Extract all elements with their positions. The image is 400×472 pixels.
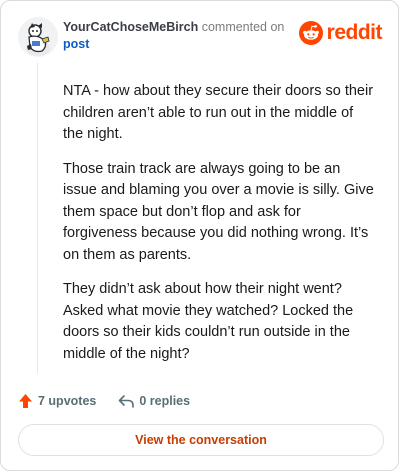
upvote-arrow-icon xyxy=(19,394,32,408)
reply-arrow-icon xyxy=(119,395,135,408)
reddit-logo[interactable]: reddit xyxy=(298,21,383,45)
reddit-wordmark: reddit xyxy=(326,21,383,44)
embedded-comment-card: YourCatChoseMeBirch commented on post re… xyxy=(0,0,399,471)
comment-meta: YourCatChoseMeBirch commented on post xyxy=(63,19,313,53)
view-conversation-button[interactable]: View the conversation xyxy=(18,424,384,456)
comment-actions: 7 upvotes 0 replies xyxy=(18,389,212,413)
replies-button[interactable]: 0 replies xyxy=(118,394,190,408)
comment-paragraph: Those train track are always going to be… xyxy=(63,160,374,263)
upvote-button[interactable]: 7 upvotes xyxy=(18,393,96,409)
comment-header: YourCatChoseMeBirch commented on post re… xyxy=(18,17,383,57)
post-link[interactable]: post xyxy=(63,36,313,53)
thread-line xyxy=(37,63,38,373)
username-link[interactable]: YourCatChoseMeBirch xyxy=(63,20,198,34)
reply-count: 0 replies xyxy=(139,394,191,408)
comment-paragraph: They didn’t ask about how their night we… xyxy=(63,281,354,362)
commented-on-text: commented on xyxy=(201,20,285,34)
comment-paragraph: NTA - how about they secure their doors … xyxy=(63,83,374,142)
upvote-count: 7 upvotes xyxy=(38,394,97,408)
user-avatar[interactable] xyxy=(18,17,58,57)
reddit-snoo-icon xyxy=(298,21,323,45)
comment-body: NTA - how about they secure their doors … xyxy=(63,81,375,378)
